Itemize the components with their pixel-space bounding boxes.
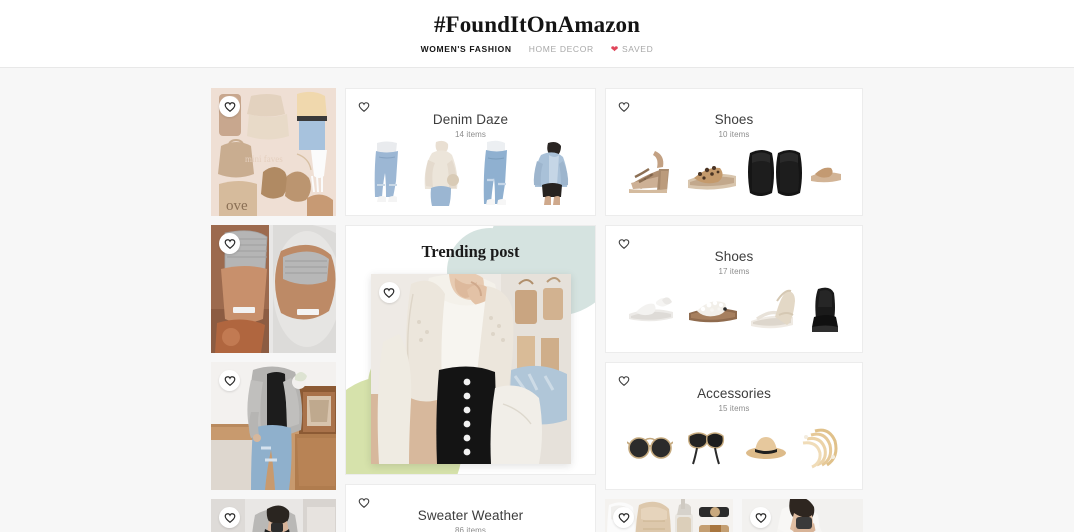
heart-icon (358, 498, 370, 508)
collection-body: Accessories 15 items (606, 363, 862, 489)
collection-title: Shoes (714, 249, 754, 264)
save-heart-button[interactable] (614, 97, 634, 117)
photo-card-white-dress-flowers[interactable] (742, 499, 863, 532)
heart-icon (224, 238, 235, 249)
collection-item-count: 10 items (718, 130, 750, 139)
save-heart-button[interactable] (219, 507, 240, 528)
save-heart-button[interactable] (614, 371, 634, 391)
collection-item-count: 17 items (718, 267, 750, 276)
heart-icon (618, 512, 629, 523)
collection-body: Sweater Weather 86 items (346, 485, 595, 532)
heart-icon: ❤ (610, 43, 619, 54)
svg-text:ove: ove (226, 198, 248, 214)
collection-body: Denim Daze 14 items (346, 89, 595, 215)
collection-item-count: 15 items (718, 404, 750, 413)
collection-body: Shoes 10 items (606, 89, 862, 215)
heart-icon (618, 239, 630, 249)
save-heart-button[interactable] (354, 493, 374, 513)
collection-title: Accessories (697, 386, 771, 401)
heart-icon (224, 375, 235, 386)
bottom-photo-row (605, 499, 863, 532)
heart-icon (383, 287, 395, 298)
thumbnail-woman-cream-top (424, 140, 460, 206)
photo-card-grey-cardigan-outfit[interactable] (211, 362, 336, 490)
thumbnail-black-slides-pair (747, 150, 802, 196)
save-heart-button[interactable] (613, 507, 634, 528)
thumbnail-tan-flat-sandal (811, 167, 842, 183)
page-title: #FoundItOnAmazon (433, 12, 641, 37)
thumbnail-straw-hat (746, 437, 786, 459)
collection-thumbnails (606, 413, 862, 489)
heart-icon (618, 102, 630, 112)
save-heart-button[interactable] (354, 97, 374, 117)
thumbnail-round-sunglasses (627, 437, 673, 459)
svg-text:mini faves: mini faves (245, 154, 283, 164)
collection-card-sweater-weather[interactable]: Sweater Weather 86 items (345, 484, 596, 532)
collection-thumbnails (606, 139, 862, 215)
site-header: #FoundItOnAmazon WOMEN'S FASHION HOME DE… (0, 0, 1074, 68)
trending-post-photo[interactable] (370, 274, 571, 464)
photo-card-beige-flatlay[interactable]: ove mini faves (211, 88, 336, 216)
thumbnail-nude-ankle-strap-sandal (751, 289, 796, 329)
collection-item-count: 86 items (454, 526, 487, 532)
heart-icon (618, 376, 630, 386)
trending-post-card[interactable]: Trending post (345, 225, 596, 475)
heart-icon (755, 512, 766, 523)
thumbnail-high-waist-jeans (483, 140, 507, 205)
nav-item-saved-label: SAVED (621, 44, 654, 54)
save-heart-button[interactable] (219, 96, 240, 117)
photo-card-bodysuit-flatlay[interactable] (605, 499, 733, 532)
nav-item-saved[interactable]: ❤ SAVED (611, 44, 654, 54)
heart-icon (224, 101, 235, 112)
thumbnail-snake-block-heel-sandal (628, 151, 669, 193)
collection-card-denim-daze[interactable]: Denim Daze 14 items (345, 88, 596, 216)
thumbnail-gold-hoop-earrings (802, 428, 838, 469)
thumbnail-white-bow-sandal (629, 297, 674, 322)
thumbnail-denim-jacket-look (533, 142, 568, 205)
collection-title: Denim Daze (432, 112, 509, 127)
collection-thumbnails (346, 139, 595, 215)
collection-card-shoes-10[interactable]: Shoes 10 items (605, 88, 863, 216)
primary-nav: WOMEN'S FASHION HOME DECOR ❤ SAVED (421, 44, 654, 54)
grid-column-left: ove mini faves (211, 88, 336, 532)
nav-item-home-decor[interactable]: HOME DECOR (529, 44, 594, 54)
collection-thumbnails (606, 276, 862, 352)
trending-post-title: Trending post (421, 242, 520, 261)
photo-card-mirror-selfie[interactable] (211, 499, 336, 532)
heart-icon (224, 512, 235, 523)
save-heart-button[interactable] (378, 282, 400, 303)
trending-outfit-image (370, 274, 571, 464)
save-heart-button[interactable] (219, 233, 240, 254)
collection-card-shoes-17[interactable]: Shoes 17 items (605, 225, 863, 353)
thumbnail-folded-sunglasses (688, 432, 725, 465)
heart-icon (358, 102, 370, 112)
thumbnail-black-ankle-boot (811, 287, 838, 332)
collection-title: Shoes (714, 112, 754, 127)
pin-grid: ove mini faves Denim Daze 14 items Trend… (211, 88, 863, 532)
save-heart-button[interactable] (219, 370, 240, 391)
collection-title: Sweater Weather (417, 508, 524, 523)
collection-body: Shoes 17 items (606, 226, 862, 352)
collection-card-accessories[interactable]: Accessories 15 items (605, 362, 863, 490)
thumbnail-cropped-jeans (375, 141, 399, 202)
nav-item-womens-fashion[interactable]: WOMEN'S FASHION (421, 44, 512, 54)
collection-item-count: 14 items (454, 130, 487, 139)
grid-column-right: Shoes 10 items Shoes 17 items Accessorie… (605, 88, 863, 532)
thumbnail-leopard-slide-sandal (688, 166, 737, 190)
save-heart-button[interactable] (750, 507, 771, 528)
photo-card-knit-slides[interactable] (211, 225, 336, 353)
pin-board: ove mini faves Denim Daze 14 items Trend… (0, 68, 1074, 532)
thumbnail-pearl-braided-sandal (688, 300, 737, 323)
save-heart-button[interactable] (614, 234, 634, 254)
grid-column-middle: Denim Daze 14 items Trending post Sweate… (345, 88, 596, 532)
